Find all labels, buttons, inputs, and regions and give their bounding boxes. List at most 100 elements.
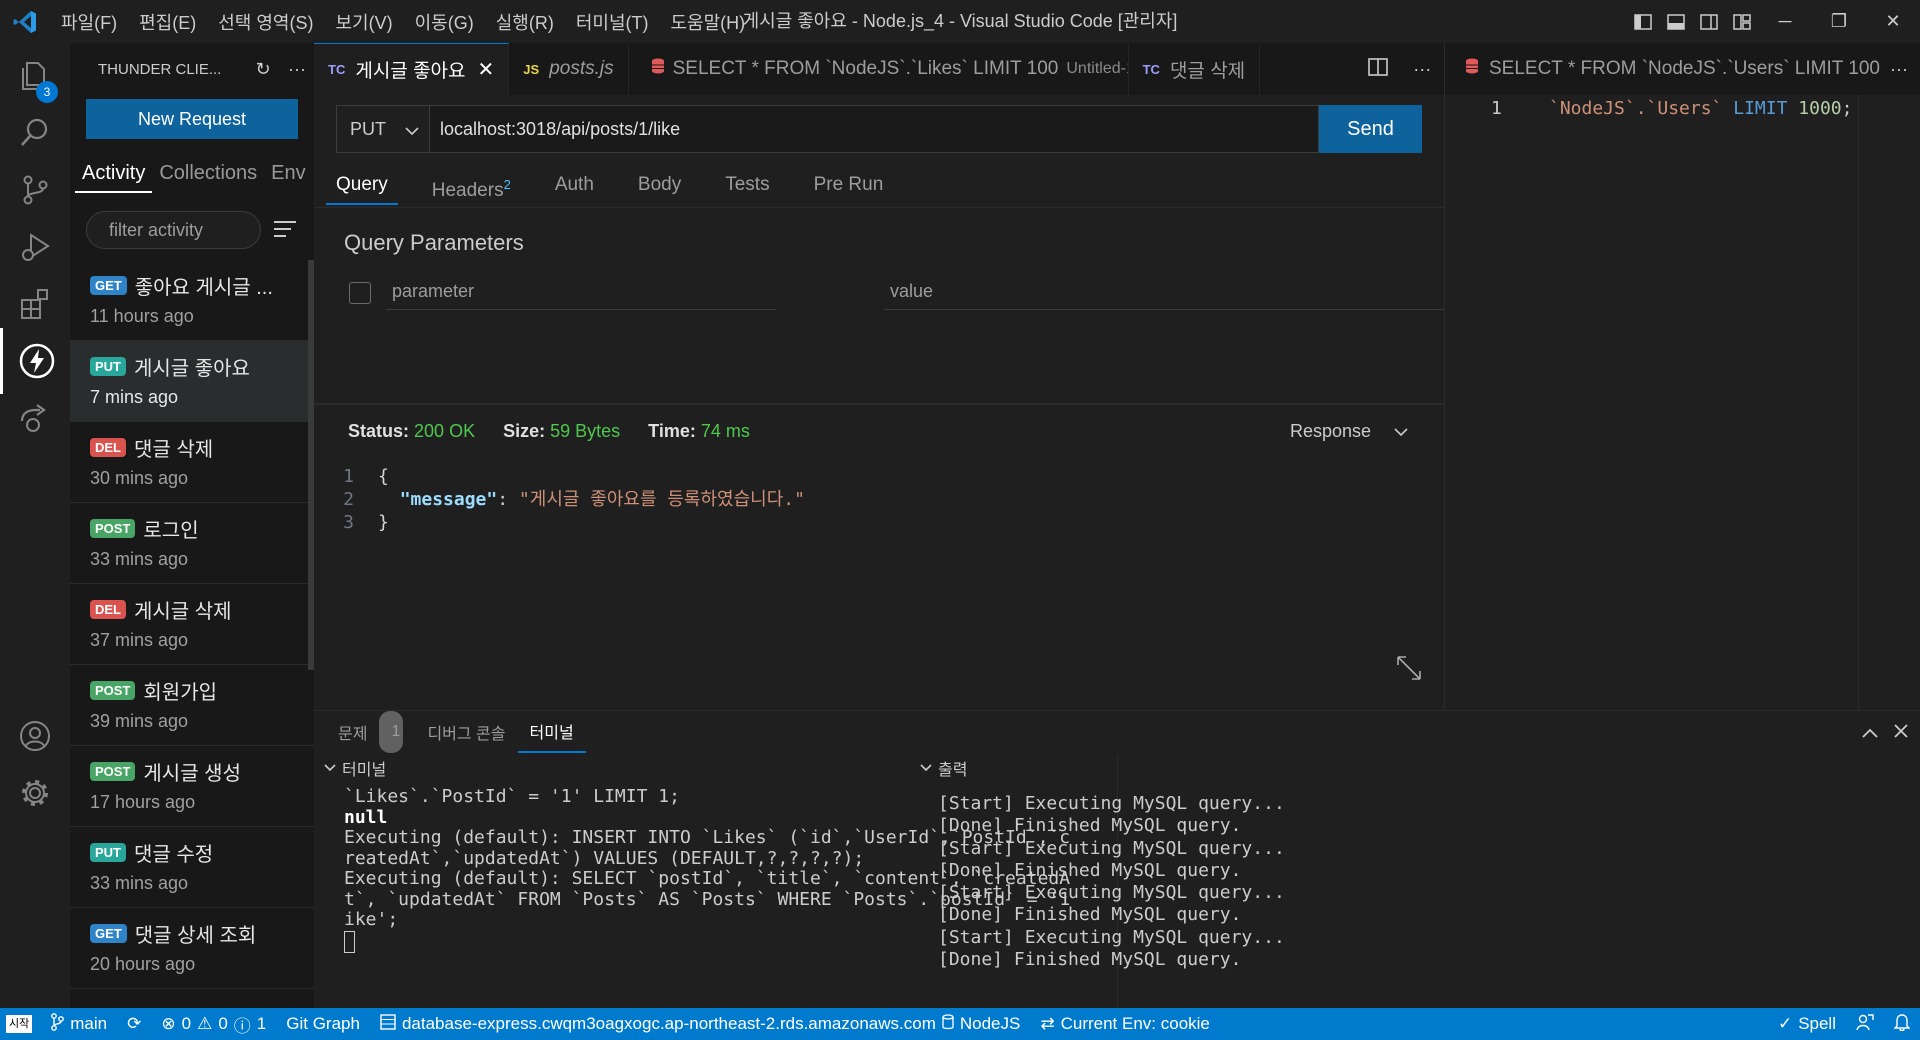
param-checkbox[interactable] bbox=[349, 282, 371, 304]
tab-pre-run[interactable]: Pre Run bbox=[792, 165, 906, 205]
activity-item-selected[interactable]: PUT 게시글 좋아요 7 mins ago bbox=[70, 341, 314, 422]
restore-button[interactable]: ❐ bbox=[1812, 0, 1866, 43]
tab-problems-label: 문제 bbox=[338, 726, 368, 743]
tab-env[interactable]: Env bbox=[264, 153, 312, 193]
close-panel-icon[interactable] bbox=[1894, 722, 1908, 743]
size-value: 59 Bytes bbox=[550, 421, 621, 441]
more-actions-icon[interactable]: ··· bbox=[1413, 59, 1431, 80]
json-key: "message" bbox=[399, 489, 498, 510]
menu-edit[interactable]: 편집(E) bbox=[128, 9, 207, 35]
git-graph-button[interactable]: Git Graph bbox=[276, 1008, 370, 1040]
tab-tests[interactable]: Tests bbox=[703, 165, 791, 205]
tab-posts-js[interactable]: JS posts.js bbox=[509, 43, 629, 95]
tab-query[interactable]: Query bbox=[326, 165, 398, 205]
activity-item[interactable]: POST 회원가입 39 mins ago bbox=[70, 665, 314, 746]
error-count: 0 bbox=[181, 1014, 192, 1033]
filter-activity-input[interactable]: filter activity bbox=[86, 211, 261, 249]
url-input[interactable]: localhost:3018/api/posts/1/like bbox=[430, 105, 1319, 153]
db-connection-indicator[interactable]: database-express.cwqm3oagxogc.ap-northea… bbox=[370, 1008, 1030, 1040]
split-editor-icon[interactable] bbox=[1367, 57, 1388, 81]
output-log[interactable]: [Start] Executing MySQL query... [Done] … bbox=[938, 793, 1698, 971]
menu-terminal[interactable]: 터미널(T) bbox=[565, 9, 660, 35]
sort-filter-icon[interactable] bbox=[273, 219, 297, 241]
feedback-button[interactable] bbox=[1846, 1008, 1884, 1040]
sidebar-header: THUNDER CLIE... ↻ ··· bbox=[70, 43, 314, 95]
line-number: 3 bbox=[343, 512, 354, 533]
more-actions-icon[interactable]: ··· bbox=[280, 59, 314, 80]
expand-icon[interactable] bbox=[1396, 655, 1422, 681]
json-value: "게시글 좋아요를 등록하였습니다." bbox=[518, 489, 805, 510]
output-line: [Start] Executing MySQL query... bbox=[938, 837, 1285, 859]
terminal-line: null bbox=[344, 806, 388, 828]
activity-item[interactable]: POST 로그인 33 mins ago bbox=[70, 503, 314, 584]
close-window-button[interactable]: ✕ bbox=[1866, 0, 1920, 43]
env-indicator[interactable]: ⇄ Current Env: cookie bbox=[1030, 1008, 1220, 1040]
tab-collections[interactable]: Collections bbox=[152, 153, 264, 193]
customize-layout-icon[interactable] bbox=[1725, 0, 1758, 43]
tab-body[interactable]: Body bbox=[616, 165, 703, 205]
response-view-select[interactable]: Response bbox=[1290, 421, 1408, 442]
notifications-button[interactable] bbox=[1884, 1008, 1920, 1040]
method-value: PUT bbox=[350, 118, 386, 139]
tab-auth[interactable]: Auth bbox=[533, 165, 616, 205]
output-section-header[interactable]: 출력 bbox=[920, 755, 967, 781]
menu-go[interactable]: 이동(G) bbox=[404, 9, 485, 35]
menu-file[interactable]: 파일(F) bbox=[50, 9, 128, 35]
toggle-panel-icon[interactable] bbox=[1659, 0, 1692, 43]
menu-help[interactable]: 도움말(H) bbox=[660, 9, 757, 35]
activity-item[interactable]: PUT 댓글 수정 33 mins ago bbox=[70, 827, 314, 908]
settings-icon[interactable] bbox=[0, 760, 70, 826]
tab-debug-console[interactable]: 디버그 콘솔 bbox=[415, 711, 517, 753]
menu-run[interactable]: 실행(R) bbox=[485, 9, 565, 35]
toggle-secondary-sidebar-icon[interactable] bbox=[1692, 0, 1725, 43]
request-tabs: Query Headers2 Auth Body Tests Pre Run bbox=[326, 165, 905, 205]
tab-problems[interactable]: 문제 1 bbox=[326, 711, 415, 753]
output-line: [Start] Executing MySQL query... bbox=[938, 793, 1285, 814]
size-label: Size: bbox=[503, 421, 546, 441]
branch-indicator[interactable]: main bbox=[40, 1008, 117, 1040]
close-tab-icon[interactable]: ✕ bbox=[478, 57, 495, 82]
menu-selection[interactable]: 선택 영역(S) bbox=[207, 9, 324, 35]
tab-headers[interactable]: Headers2 bbox=[410, 165, 533, 205]
parameter-input[interactable]: parameter bbox=[386, 270, 776, 310]
tab-headers-label: Headers bbox=[431, 180, 504, 202]
send-button[interactable]: Send bbox=[1319, 105, 1422, 153]
request-name: 게시글 생성 bbox=[143, 762, 241, 785]
terminal-header-label: 터미널 bbox=[342, 762, 387, 779]
sql-identifier: `NodeJS`.`Users` bbox=[1549, 98, 1723, 119]
tab-sql-users[interactable]: SELECT * FROM `NodeJS`.`Users` LIMIT 100… bbox=[1445, 43, 1885, 95]
toggle-sidebar-icon[interactable] bbox=[1626, 0, 1659, 43]
tab-tc-like-post[interactable]: TC 게시글 좋아요 ✕ bbox=[314, 43, 510, 95]
request-time: 11 hours ago bbox=[90, 306, 194, 326]
refresh-icon[interactable]: ↻ bbox=[246, 59, 280, 80]
minimize-button[interactable]: ─ bbox=[1758, 0, 1812, 43]
tab-sql-likes[interactable]: SELECT * FROM `NodeJS`.`Likes` LIMIT 100… bbox=[629, 43, 1129, 95]
spell-check-button[interactable]: ✓ Spell bbox=[1768, 1008, 1846, 1040]
start-label[interactable]: 시작 bbox=[6, 1015, 33, 1033]
terminal-line: reatedAt`,`updatedAt`) VALUES (DEFAULT,?… bbox=[344, 847, 865, 869]
value-input[interactable]: value bbox=[884, 270, 1454, 310]
output-line: [Done] Finished MySQL query. bbox=[938, 949, 1242, 971]
activity-item[interactable]: GET 댓글 상세 조회 20 hours ago bbox=[70, 908, 314, 989]
terminal-section-header[interactable]: 터미널 bbox=[324, 755, 386, 781]
tab-tc-delete-comment[interactable]: TC 댓글 삭제 bbox=[1129, 43, 1261, 95]
tab-description: Untitled-1 bbox=[1066, 60, 1129, 77]
sync-button[interactable]: ⟳ bbox=[117, 1008, 151, 1040]
activity-item[interactable]: DEL 게시글 삭제 37 mins ago bbox=[70, 584, 314, 665]
new-request-button[interactable]: New Request bbox=[86, 99, 298, 139]
activity-item[interactable]: GET 좋아요 게시글 ... 11 hours ago bbox=[70, 260, 314, 341]
chevron-down-icon bbox=[405, 120, 419, 141]
more-actions-icon[interactable]: ··· bbox=[1890, 59, 1908, 80]
maximize-panel-icon[interactable] bbox=[1862, 722, 1878, 743]
method-select[interactable]: PUT bbox=[336, 105, 430, 153]
activity-item[interactable]: DEL 댓글 삭제 30 mins ago bbox=[70, 422, 314, 503]
tab-activity[interactable]: Activity bbox=[75, 153, 153, 193]
tab-terminal[interactable]: 터미널 bbox=[517, 711, 586, 753]
sql-editor[interactable]: 1 `NodeJS`.`Users` LIMIT 1000; bbox=[1444, 95, 1920, 710]
request-name: 게시글 좋아요 bbox=[134, 357, 250, 380]
menu-view[interactable]: 보기(V) bbox=[324, 9, 403, 35]
problems-indicator[interactable]: ⊗ 0 ⚠ 0 ⓘ 1 bbox=[151, 1008, 276, 1040]
remote-icon[interactable] bbox=[0, 385, 70, 451]
line-number: 1 bbox=[1491, 98, 1502, 119]
activity-item[interactable]: POST 게시글 생성 17 hours ago bbox=[70, 746, 314, 827]
